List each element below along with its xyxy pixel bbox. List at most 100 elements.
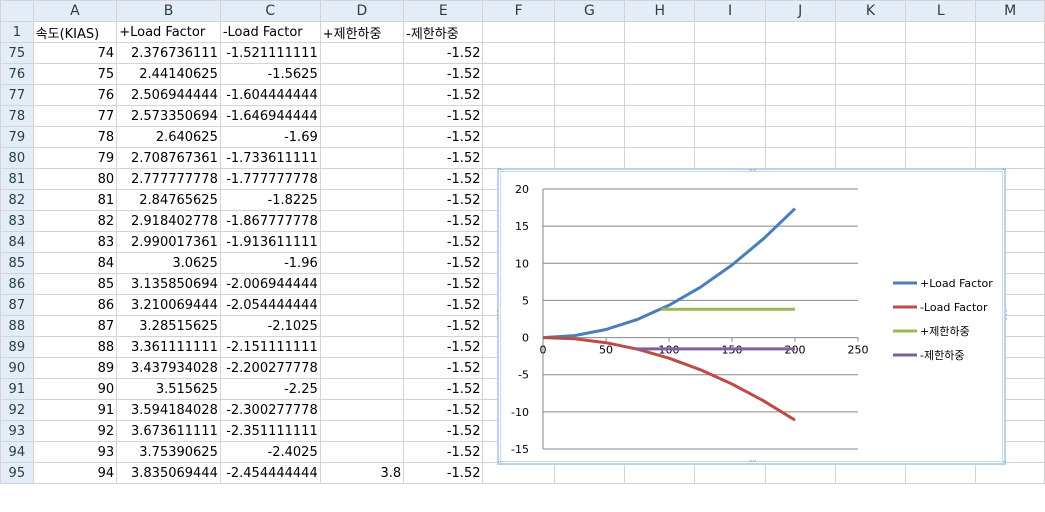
cell-empty[interactable] xyxy=(553,105,626,127)
column-header-m[interactable]: M xyxy=(975,0,1045,22)
cell-d[interactable] xyxy=(319,126,405,148)
cell-empty[interactable] xyxy=(975,63,1045,85)
cell-a[interactable]: 74 xyxy=(32,42,118,64)
cell-empty[interactable] xyxy=(905,84,977,106)
cell-a[interactable]: 89 xyxy=(32,357,118,379)
cell-c1[interactable]: -Load Factor xyxy=(219,21,321,43)
cell-d[interactable] xyxy=(319,252,405,274)
row-header[interactable]: 78 xyxy=(0,105,34,127)
cell-a[interactable]: 85 xyxy=(32,273,118,295)
cell-empty[interactable] xyxy=(482,63,555,85)
cell-empty[interactable] xyxy=(975,42,1045,64)
cell-empty[interactable] xyxy=(624,462,696,484)
row-header[interactable]: 86 xyxy=(0,273,34,295)
column-header-b[interactable]: B xyxy=(116,0,221,22)
cell-a[interactable]: 78 xyxy=(32,126,118,148)
cell-d[interactable]: 3.8 xyxy=(319,462,405,484)
cell-c[interactable]: -2.351111111 xyxy=(219,420,321,442)
cell-a[interactable]: 80 xyxy=(32,168,118,190)
cell-e[interactable]: -1.52 xyxy=(403,126,484,148)
cell-e[interactable]: -1.52 xyxy=(403,252,484,274)
row-header[interactable]: 83 xyxy=(0,210,34,232)
cell-a[interactable]: 86 xyxy=(32,294,118,316)
cell-empty[interactable] xyxy=(905,126,977,148)
cell-b[interactable]: 3.135850694 xyxy=(116,273,221,295)
column-header-d[interactable]: D xyxy=(319,0,405,22)
cell-b[interactable]: 3.361111111 xyxy=(116,336,221,358)
cell-e[interactable]: -1.52 xyxy=(403,441,484,463)
cell-d[interactable] xyxy=(319,63,405,85)
cell-a[interactable]: 77 xyxy=(32,105,118,127)
cell-d[interactable] xyxy=(319,273,405,295)
cell-l1[interactable] xyxy=(905,21,977,43)
row-header[interactable]: 75 xyxy=(0,42,34,64)
cell-c[interactable]: -1.913611111 xyxy=(219,231,321,253)
row-header[interactable]: 81 xyxy=(0,168,34,190)
cell-empty[interactable] xyxy=(764,147,836,169)
cell-a[interactable]: 84 xyxy=(32,252,118,274)
cell-b[interactable]: 2.918402778 xyxy=(116,210,221,232)
cell-b[interactable]: 2.506944444 xyxy=(116,84,221,106)
column-header-c[interactable]: C xyxy=(219,0,321,22)
cell-c[interactable]: -2.454444444 xyxy=(219,462,321,484)
cell-e[interactable]: -1.52 xyxy=(403,294,484,316)
cell-c[interactable]: -1.867777778 xyxy=(219,210,321,232)
row-header[interactable]: 82 xyxy=(0,189,34,211)
cell-b[interactable]: 3.673611111 xyxy=(116,420,221,442)
cell-c[interactable]: -1.96 xyxy=(219,252,321,274)
cell-empty[interactable] xyxy=(694,42,766,64)
cell-i1[interactable] xyxy=(694,21,766,43)
cell-empty[interactable] xyxy=(764,63,836,85)
row-header[interactable]: 94 xyxy=(0,441,34,463)
cell-d[interactable] xyxy=(319,378,405,400)
column-header-k[interactable]: K xyxy=(834,0,907,22)
cell-b[interactable]: 2.44140625 xyxy=(116,63,221,85)
cell-empty[interactable] xyxy=(764,126,836,148)
cell-h1[interactable] xyxy=(624,21,696,43)
row-header[interactable]: 87 xyxy=(0,294,34,316)
row-header[interactable]: 77 xyxy=(0,84,34,106)
cell-e[interactable]: -1.52 xyxy=(403,63,484,85)
cell-e[interactable]: -1.52 xyxy=(403,210,484,232)
cell-e[interactable]: -1.52 xyxy=(403,420,484,442)
cell-empty[interactable] xyxy=(975,462,1045,484)
cell-d[interactable] xyxy=(319,210,405,232)
cell-empty[interactable] xyxy=(482,126,555,148)
cell-c[interactable]: -2.151111111 xyxy=(219,336,321,358)
cell-b1[interactable]: +Load Factor xyxy=(116,21,221,43)
cell-e[interactable]: -1.52 xyxy=(403,357,484,379)
cell-d1[interactable]: +제한하중 xyxy=(319,21,405,43)
cell-empty[interactable] xyxy=(834,462,907,484)
cell-d[interactable] xyxy=(319,399,405,421)
cell-e[interactable]: -1.52 xyxy=(403,189,484,211)
row-header-1[interactable]: 1 xyxy=(0,21,34,43)
cell-j1[interactable] xyxy=(764,21,836,43)
cell-c[interactable]: -1.5625 xyxy=(219,63,321,85)
cell-empty[interactable] xyxy=(975,147,1045,169)
cell-a[interactable]: 90 xyxy=(32,378,118,400)
cell-empty[interactable] xyxy=(482,84,555,106)
cell-m1[interactable] xyxy=(975,21,1045,43)
cell-empty[interactable] xyxy=(624,105,696,127)
column-header-j[interactable]: J xyxy=(764,0,836,22)
cell-d[interactable] xyxy=(319,294,405,316)
cell-b[interactable]: 3.594184028 xyxy=(116,399,221,421)
cell-empty[interactable] xyxy=(764,84,836,106)
column-header-h[interactable]: H xyxy=(624,0,696,22)
cell-empty[interactable] xyxy=(975,105,1045,127)
cell-a[interactable]: 91 xyxy=(32,399,118,421)
cell-k1[interactable] xyxy=(834,21,907,43)
cell-a[interactable]: 79 xyxy=(32,147,118,169)
cell-d[interactable] xyxy=(319,84,405,106)
cell-b[interactable]: 3.28515625 xyxy=(116,315,221,337)
column-header-f[interactable]: F xyxy=(482,0,555,22)
cell-c[interactable]: -2.006944444 xyxy=(219,273,321,295)
column-header-l[interactable]: L xyxy=(905,0,977,22)
row-header[interactable]: 92 xyxy=(0,399,34,421)
column-header-g[interactable]: G xyxy=(553,0,626,22)
cell-a[interactable]: 81 xyxy=(32,189,118,211)
select-all-corner[interactable] xyxy=(0,0,34,22)
cell-e[interactable]: -1.52 xyxy=(403,462,484,484)
cell-empty[interactable] xyxy=(764,462,836,484)
cell-empty[interactable] xyxy=(553,147,626,169)
